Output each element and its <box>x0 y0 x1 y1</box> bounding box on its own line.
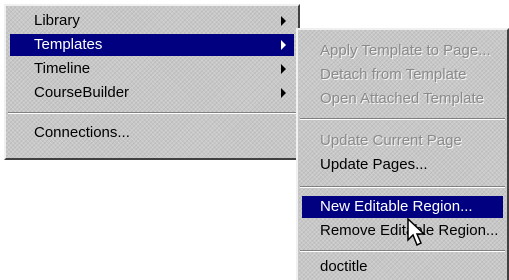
menu-item-label: Templates <box>34 36 103 53</box>
menu-item-connections[interactable]: Connections... <box>10 122 294 144</box>
menu-item-update-current-page[interactable]: Update Current Page <box>302 130 503 152</box>
menu-separator <box>8 112 296 114</box>
menu-item-new-editable-region[interactable]: New Editable Region... <box>302 196 503 218</box>
menu-separator <box>300 250 505 252</box>
menu-item-apply-template[interactable]: Apply Template to Page... <box>302 40 503 62</box>
submenu-arrow-icon <box>281 88 286 98</box>
modify-menu: Library Templates Timeline CourseBuilder… <box>4 4 300 160</box>
menu-item-label: CourseBuilder <box>34 84 130 101</box>
menu-item-label: Library <box>34 12 80 29</box>
menu-item-templates[interactable]: Templates <box>10 34 294 56</box>
menu-item-doctitle[interactable]: doctitle <box>302 256 503 278</box>
menu-separator <box>300 186 505 188</box>
submenu-arrow-icon <box>281 16 286 26</box>
menu-item-remove-editable-region[interactable]: Remove Editable Region... <box>302 220 503 242</box>
templates-submenu: Apply Template to Page... Detach from Te… <box>296 28 509 280</box>
menu-item-detach-template[interactable]: Detach from Template <box>302 64 503 86</box>
menu-item-label: Detach from Template <box>320 66 467 83</box>
menu-item-timeline[interactable]: Timeline <box>10 58 294 80</box>
menu-item-label: Timeline <box>34 60 91 77</box>
menu-item-coursebuilder[interactable]: CourseBuilder <box>10 82 294 104</box>
menu-item-label: doctitle <box>320 258 368 275</box>
menu-separator <box>300 118 505 120</box>
menu-item-label: Update Pages... <box>320 156 428 173</box>
submenu-arrow-icon <box>281 40 286 50</box>
mouse-pointer-icon <box>407 218 426 247</box>
submenu-arrow-icon <box>281 64 286 74</box>
menu-item-label: Open Attached Template <box>320 90 485 107</box>
menu-item-update-pages[interactable]: Update Pages... <box>302 154 503 176</box>
menu-item-label: Connections... <box>34 124 130 141</box>
menu-item-library[interactable]: Library <box>10 10 294 32</box>
menu-item-label: New Editable Region... <box>320 198 473 215</box>
menu-item-label: Update Current Page <box>320 132 462 149</box>
menu-item-open-attached-template[interactable]: Open Attached Template <box>302 88 503 110</box>
menu-item-label: Apply Template to Page... <box>320 42 491 59</box>
